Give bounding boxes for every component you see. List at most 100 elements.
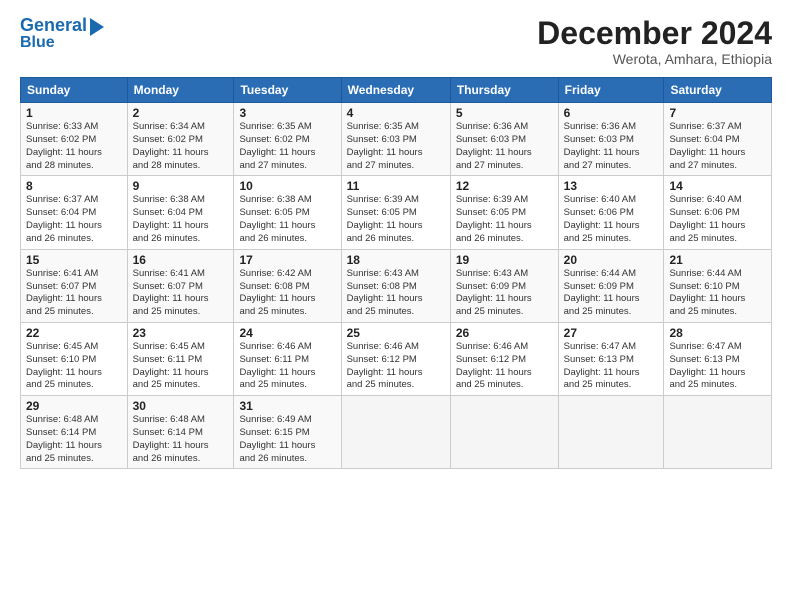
day-number: 31 [239, 399, 335, 413]
calendar-cell: 4Sunrise: 6:35 AMSunset: 6:03 PMDaylight… [341, 103, 450, 176]
calendar-cell: 29Sunrise: 6:48 AMSunset: 6:14 PMDayligh… [21, 396, 128, 469]
calendar-cell: 28Sunrise: 6:47 AMSunset: 6:13 PMDayligh… [664, 322, 772, 395]
calendar-cell: 31Sunrise: 6:49 AMSunset: 6:15 PMDayligh… [234, 396, 341, 469]
day-info: Sunrise: 6:45 AMSunset: 6:10 PMDaylight:… [26, 341, 122, 392]
calendar-cell [558, 396, 664, 469]
calendar-cell: 6Sunrise: 6:36 AMSunset: 6:03 PMDaylight… [558, 103, 664, 176]
calendar-cell: 12Sunrise: 6:39 AMSunset: 6:05 PMDayligh… [450, 176, 558, 249]
day-info: Sunrise: 6:33 AMSunset: 6:02 PMDaylight:… [26, 121, 122, 172]
day-number: 6 [564, 106, 659, 120]
day-number: 28 [669, 326, 766, 340]
page-title: December 2024 [537, 16, 772, 51]
day-number: 25 [347, 326, 445, 340]
calendar-cell: 2Sunrise: 6:34 AMSunset: 6:02 PMDaylight… [127, 103, 234, 176]
day-number: 1 [26, 106, 122, 120]
calendar-table: SundayMondayTuesdayWednesdayThursdayFrid… [20, 77, 772, 469]
logo-general: General [20, 16, 87, 36]
page: General Blue December 2024 Werota, Amhar… [0, 0, 792, 612]
day-info: Sunrise: 6:45 AMSunset: 6:11 PMDaylight:… [133, 341, 229, 392]
day-number: 2 [133, 106, 229, 120]
calendar-cell: 15Sunrise: 6:41 AMSunset: 6:07 PMDayligh… [21, 249, 128, 322]
day-info: Sunrise: 6:46 AMSunset: 6:12 PMDaylight:… [347, 341, 445, 392]
logo-arrow-icon [90, 18, 104, 36]
day-info: Sunrise: 6:47 AMSunset: 6:13 PMDaylight:… [669, 341, 766, 392]
day-info: Sunrise: 6:46 AMSunset: 6:12 PMDaylight:… [456, 341, 553, 392]
day-info: Sunrise: 6:36 AMSunset: 6:03 PMDaylight:… [456, 121, 553, 172]
calendar-cell: 22Sunrise: 6:45 AMSunset: 6:10 PMDayligh… [21, 322, 128, 395]
calendar-cell: 17Sunrise: 6:42 AMSunset: 6:08 PMDayligh… [234, 249, 341, 322]
day-info: Sunrise: 6:40 AMSunset: 6:06 PMDaylight:… [669, 194, 766, 245]
calendar-cell: 25Sunrise: 6:46 AMSunset: 6:12 PMDayligh… [341, 322, 450, 395]
day-number: 16 [133, 253, 229, 267]
day-number: 20 [564, 253, 659, 267]
calendar-cell: 18Sunrise: 6:43 AMSunset: 6:08 PMDayligh… [341, 249, 450, 322]
day-number: 3 [239, 106, 335, 120]
day-info: Sunrise: 6:49 AMSunset: 6:15 PMDaylight:… [239, 414, 335, 465]
day-number: 23 [133, 326, 229, 340]
day-info: Sunrise: 6:41 AMSunset: 6:07 PMDaylight:… [26, 268, 122, 319]
day-number: 5 [456, 106, 553, 120]
calendar-header-row: SundayMondayTuesdayWednesdayThursdayFrid… [21, 78, 772, 103]
day-info: Sunrise: 6:38 AMSunset: 6:05 PMDaylight:… [239, 194, 335, 245]
calendar-week-1: 1Sunrise: 6:33 AMSunset: 6:02 PMDaylight… [21, 103, 772, 176]
day-number: 19 [456, 253, 553, 267]
calendar-cell: 20Sunrise: 6:44 AMSunset: 6:09 PMDayligh… [558, 249, 664, 322]
day-number: 13 [564, 179, 659, 193]
day-info: Sunrise: 6:44 AMSunset: 6:09 PMDaylight:… [564, 268, 659, 319]
title-block: December 2024 Werota, Amhara, Ethiopia [537, 16, 772, 67]
calendar-header-wednesday: Wednesday [341, 78, 450, 103]
calendar-cell: 10Sunrise: 6:38 AMSunset: 6:05 PMDayligh… [234, 176, 341, 249]
calendar-cell: 19Sunrise: 6:43 AMSunset: 6:09 PMDayligh… [450, 249, 558, 322]
day-info: Sunrise: 6:38 AMSunset: 6:04 PMDaylight:… [133, 194, 229, 245]
day-info: Sunrise: 6:41 AMSunset: 6:07 PMDaylight:… [133, 268, 229, 319]
calendar-cell [664, 396, 772, 469]
calendar-week-5: 29Sunrise: 6:48 AMSunset: 6:14 PMDayligh… [21, 396, 772, 469]
day-info: Sunrise: 6:42 AMSunset: 6:08 PMDaylight:… [239, 268, 335, 319]
day-number: 12 [456, 179, 553, 193]
calendar-cell: 26Sunrise: 6:46 AMSunset: 6:12 PMDayligh… [450, 322, 558, 395]
day-number: 27 [564, 326, 659, 340]
day-number: 15 [26, 253, 122, 267]
day-number: 10 [239, 179, 335, 193]
day-info: Sunrise: 6:36 AMSunset: 6:03 PMDaylight:… [564, 121, 659, 172]
calendar-header-tuesday: Tuesday [234, 78, 341, 103]
calendar-cell: 11Sunrise: 6:39 AMSunset: 6:05 PMDayligh… [341, 176, 450, 249]
calendar-header-monday: Monday [127, 78, 234, 103]
day-info: Sunrise: 6:40 AMSunset: 6:06 PMDaylight:… [564, 194, 659, 245]
calendar-week-3: 15Sunrise: 6:41 AMSunset: 6:07 PMDayligh… [21, 249, 772, 322]
calendar-header-friday: Friday [558, 78, 664, 103]
calendar-week-2: 8Sunrise: 6:37 AMSunset: 6:04 PMDaylight… [21, 176, 772, 249]
day-number: 8 [26, 179, 122, 193]
calendar-cell: 21Sunrise: 6:44 AMSunset: 6:10 PMDayligh… [664, 249, 772, 322]
day-number: 14 [669, 179, 766, 193]
calendar-header-thursday: Thursday [450, 78, 558, 103]
day-info: Sunrise: 6:37 AMSunset: 6:04 PMDaylight:… [26, 194, 122, 245]
header: General Blue December 2024 Werota, Amhar… [20, 16, 772, 67]
day-number: 17 [239, 253, 335, 267]
day-number: 21 [669, 253, 766, 267]
day-info: Sunrise: 6:35 AMSunset: 6:02 PMDaylight:… [239, 121, 335, 172]
calendar-cell: 27Sunrise: 6:47 AMSunset: 6:13 PMDayligh… [558, 322, 664, 395]
calendar-header-sunday: Sunday [21, 78, 128, 103]
calendar-header-saturday: Saturday [664, 78, 772, 103]
day-info: Sunrise: 6:43 AMSunset: 6:08 PMDaylight:… [347, 268, 445, 319]
day-number: 26 [456, 326, 553, 340]
calendar-week-4: 22Sunrise: 6:45 AMSunset: 6:10 PMDayligh… [21, 322, 772, 395]
day-number: 29 [26, 399, 122, 413]
day-info: Sunrise: 6:48 AMSunset: 6:14 PMDaylight:… [26, 414, 122, 465]
day-info: Sunrise: 6:44 AMSunset: 6:10 PMDaylight:… [669, 268, 766, 319]
logo: General Blue [20, 16, 104, 52]
calendar-cell: 14Sunrise: 6:40 AMSunset: 6:06 PMDayligh… [664, 176, 772, 249]
day-info: Sunrise: 6:46 AMSunset: 6:11 PMDaylight:… [239, 341, 335, 392]
day-number: 9 [133, 179, 229, 193]
calendar-cell: 30Sunrise: 6:48 AMSunset: 6:14 PMDayligh… [127, 396, 234, 469]
calendar-cell: 8Sunrise: 6:37 AMSunset: 6:04 PMDaylight… [21, 176, 128, 249]
day-info: Sunrise: 6:39 AMSunset: 6:05 PMDaylight:… [347, 194, 445, 245]
day-number: 4 [347, 106, 445, 120]
calendar-cell: 23Sunrise: 6:45 AMSunset: 6:11 PMDayligh… [127, 322, 234, 395]
day-info: Sunrise: 6:47 AMSunset: 6:13 PMDaylight:… [564, 341, 659, 392]
day-number: 22 [26, 326, 122, 340]
calendar-cell: 3Sunrise: 6:35 AMSunset: 6:02 PMDaylight… [234, 103, 341, 176]
calendar-cell: 24Sunrise: 6:46 AMSunset: 6:11 PMDayligh… [234, 322, 341, 395]
day-info: Sunrise: 6:43 AMSunset: 6:09 PMDaylight:… [456, 268, 553, 319]
